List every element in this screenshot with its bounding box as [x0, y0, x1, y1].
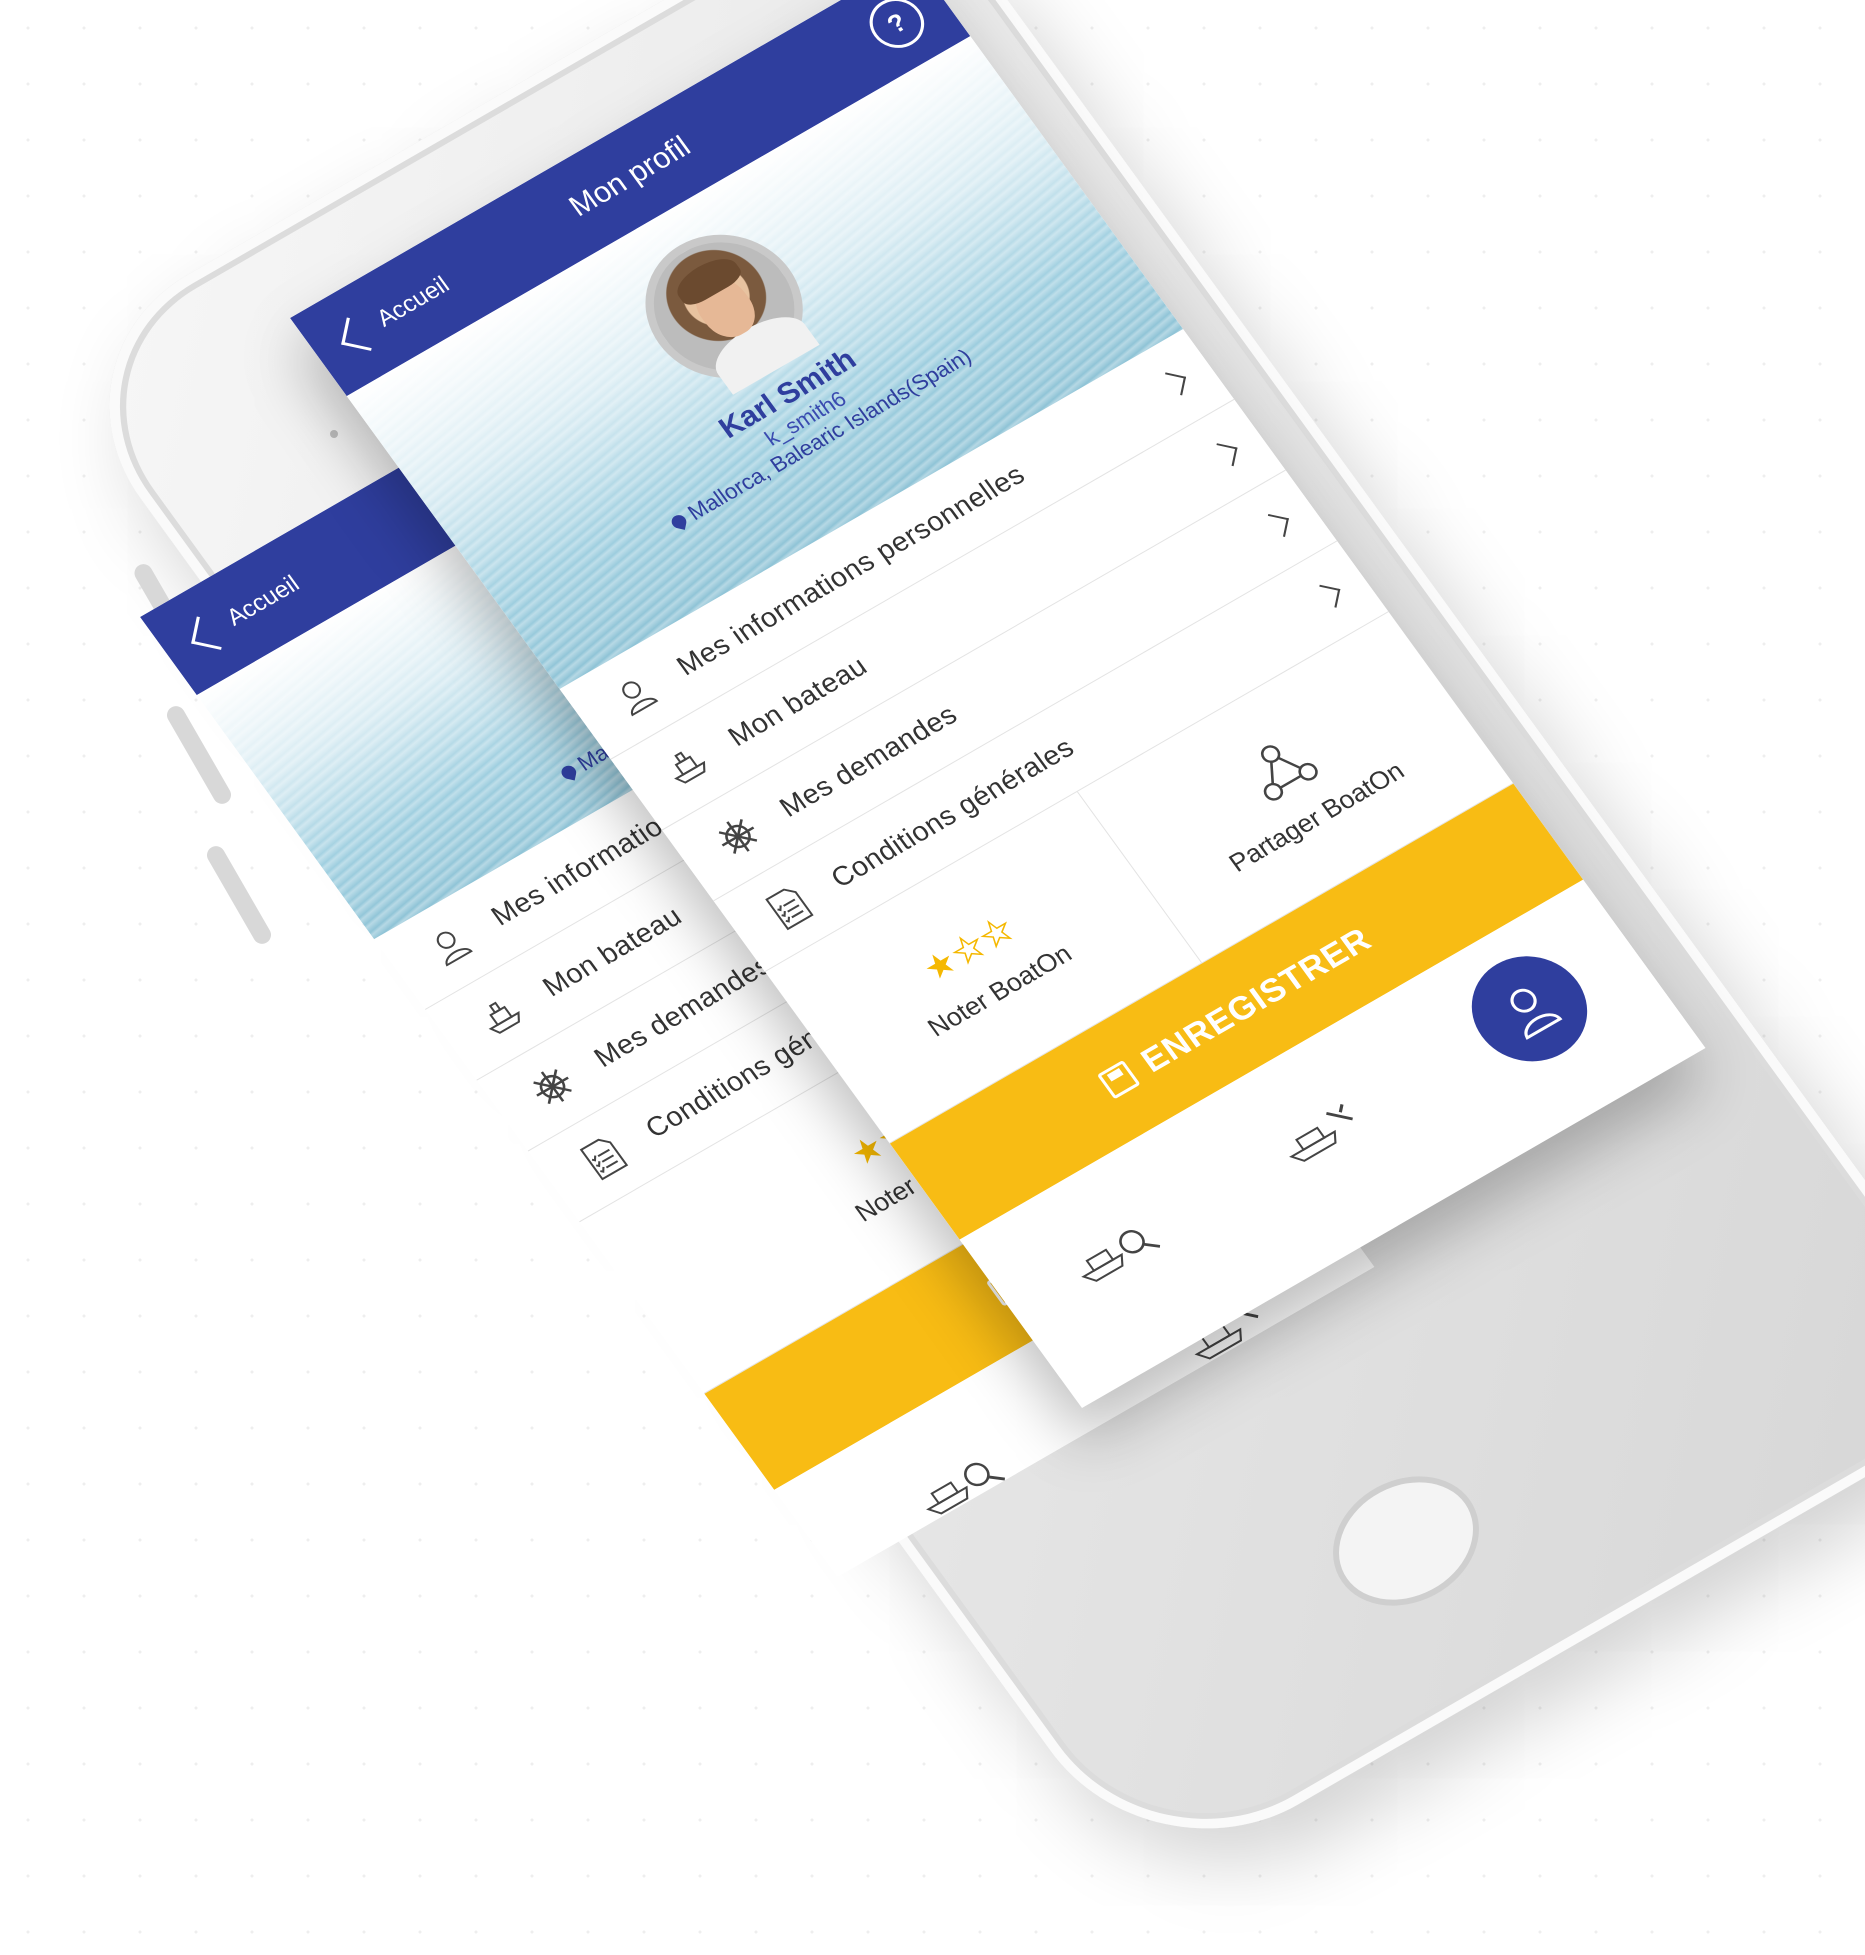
ship-wheel-icon: [515, 1055, 591, 1118]
help-icon: ?: [880, 6, 913, 39]
share-icon: [1260, 744, 1318, 801]
user-outline-icon: [413, 915, 486, 974]
document-checklist-icon: [752, 876, 828, 939]
chevron-left-icon: [190, 616, 227, 650]
boat-search-icon: [1081, 1230, 1161, 1282]
location-pin-icon: [670, 513, 688, 530]
phone-speaker: [330, 430, 338, 438]
document-checklist-icon: [566, 1126, 642, 1189]
back-link-label: Accueil: [221, 570, 305, 632]
chevron-right-icon: [1212, 443, 1238, 467]
ship-icon: [650, 736, 723, 795]
boat-repair-icon: [1289, 1104, 1353, 1162]
user-outline-icon: [599, 665, 672, 724]
ship-wheel-icon: [700, 805, 776, 868]
chevron-right-icon: [1315, 584, 1341, 608]
profile-icon: [1510, 988, 1563, 1040]
chevron-right-icon: [1264, 513, 1289, 537]
location-pin-icon: [560, 764, 578, 781]
floppy-disk-icon: [1096, 1060, 1141, 1100]
profile-tab-button[interactable]: [1449, 936, 1610, 1082]
ship-icon: [464, 986, 537, 1045]
chevron-right-icon: [1161, 372, 1187, 396]
